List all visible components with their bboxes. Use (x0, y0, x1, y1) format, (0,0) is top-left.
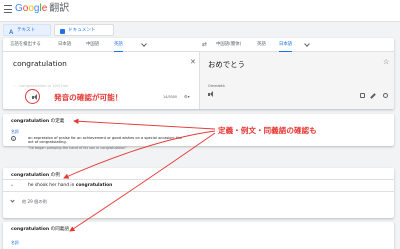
translated-text: おめでとう (208, 60, 245, 69)
target-speaker-button[interactable] (208, 91, 216, 99)
example-sentence-text: he shook her hand in (28, 183, 76, 188)
language-bar: 言語を検出する 日本語 中国語 英語 ⇄ 中国語(簡体) 英語 日本語 (3, 38, 394, 52)
clear-icon[interactable]: ✕ (190, 58, 196, 66)
logo[interactable]: Google 翻訳 (15, 3, 69, 15)
text-icon (9, 27, 14, 39)
quote-icon: ❝ (11, 184, 13, 188)
text-mode-label: テキスト (17, 28, 36, 33)
text-mode-button[interactable]: テキスト (3, 24, 51, 39)
output-pane: おめでとう ☆ Omedetō (200, 52, 394, 109)
examples-title: congratulation の例 (11, 172, 60, 178)
target-lang-chinese[interactable]: 中国語(簡体) (216, 38, 241, 52)
definitions-title: congratulation の定義 (11, 118, 64, 124)
swap-icon[interactable]: ⇄ (202, 41, 207, 49)
chevron-down-icon (10, 198, 15, 203)
product-name: 翻訳 (49, 3, 70, 14)
annotation-pronunciation: 発音の確認が可能！ (54, 93, 123, 102)
character-count: 14/5000 (163, 95, 178, 99)
synonyms-title-word: congratulation (11, 227, 50, 232)
example-sentence-keyword: congratulation (75, 183, 113, 188)
menu-icon[interactable] (4, 5, 12, 13)
source-lang-detect[interactable]: 言語を検出する (10, 38, 41, 52)
definition-example: "he began pumping the hand of his son in… (28, 146, 127, 150)
source-lang-more-chevron-icon[interactable] (141, 41, 147, 47)
more-examples-toggle[interactable]: 他 29 個の例 (10, 198, 47, 205)
target-lang-japanese[interactable]: 日本語 (279, 38, 293, 52)
examples-panel: congratulation の例 ❝ he shook her hand in… (3, 168, 394, 218)
source-lang-english[interactable]: 英語 (114, 38, 123, 52)
target-lang-english[interactable]: 英語 (257, 38, 266, 52)
share-icon[interactable] (383, 93, 388, 98)
copy-icon[interactable] (360, 93, 365, 98)
edit-icon[interactable] (370, 93, 376, 99)
synonyms-title: congratulation の同義語 (11, 226, 69, 232)
definitions-title-suffix: の定義 (49, 119, 65, 124)
definition-number: 1 (11, 136, 16, 141)
star-icon[interactable]: ☆ (383, 58, 389, 66)
definition-text: an expression of praise for an achieveme… (28, 136, 183, 145)
example-sentence: he shook her hand in congratulation (28, 183, 112, 188)
synonyms-panel: congratulation の同義語 名詞 (3, 222, 394, 249)
synonyms-pos: 名詞 (11, 240, 19, 245)
examples-title-word: congratulation (11, 173, 50, 178)
more-examples-label: 他 29 個の例 (22, 199, 47, 204)
source-lang-japanese[interactable]: 日本語 (58, 38, 71, 52)
document-mode-label: ドキュメント (68, 28, 96, 33)
document-mode-button[interactable]: ドキュメント (54, 24, 114, 36)
source-settings-menu[interactable]: ⚙▾ (184, 94, 190, 99)
target-transliteration: Omedetō (208, 84, 225, 88)
source-transliteration: ・・kongratulation to 100/1ion (13, 84, 69, 88)
example-row: ❝ he shook her hand in congratulation (3, 179, 394, 192)
examples-title-suffix: の例 (49, 173, 60, 178)
source-text-input[interactable]: congratulation (13, 59, 67, 68)
synonyms-title-suffix: の同義語 (49, 227, 69, 232)
header-bar: Google 翻訳 (0, 0, 400, 22)
source-lang-chinese[interactable]: 中国語 (86, 38, 99, 52)
target-lang-more-chevron-icon[interactable] (304, 41, 310, 47)
definitions-pos: 名詞 (11, 129, 19, 134)
definitions-panel: congratulation の定義 名詞 1 an expression of… (3, 114, 394, 150)
document-icon (60, 28, 65, 34)
annotation-circle (25, 89, 40, 104)
annotation-definitions: 定義・例文・同義語の確認も (218, 126, 317, 135)
definitions-title-word: congratulation (11, 119, 50, 124)
speaker-icon (208, 91, 215, 98)
